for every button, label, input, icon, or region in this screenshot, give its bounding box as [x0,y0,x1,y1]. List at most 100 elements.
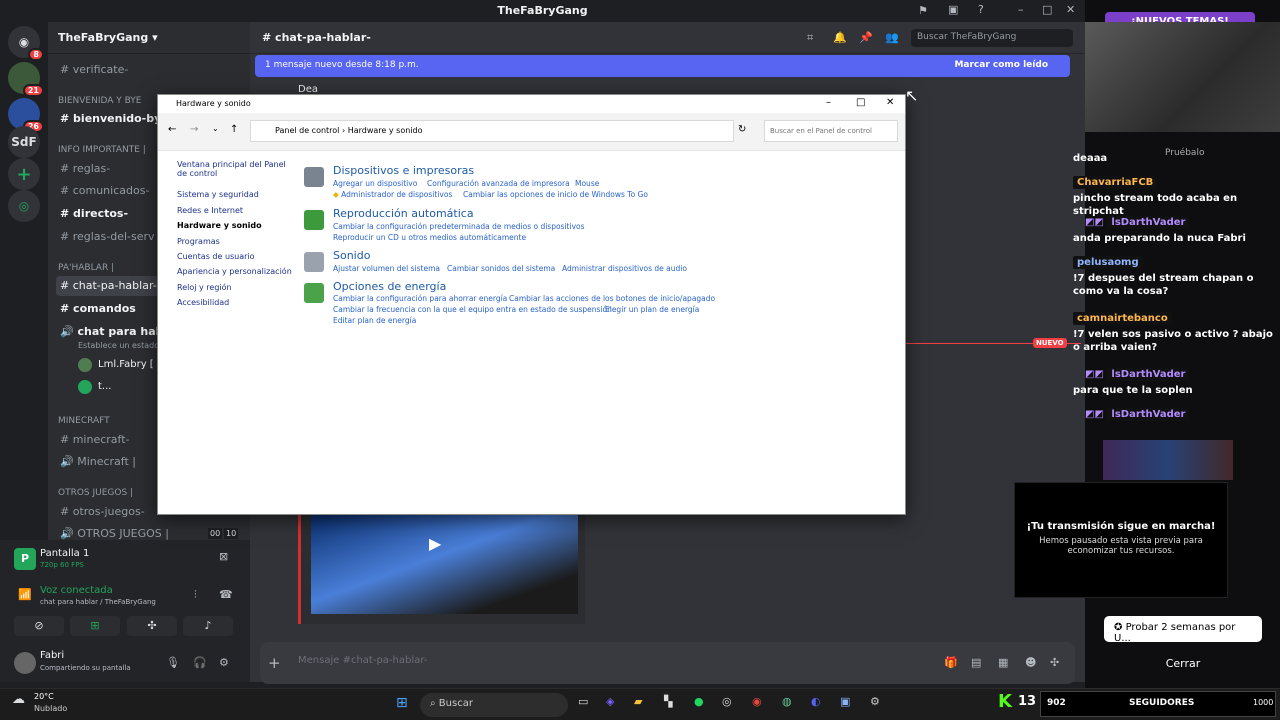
cp-nav-item[interactable]: Redes e Internet [177,206,243,215]
taskview-icon[interactable]: ▭ [578,695,588,708]
obs-icon[interactable]: ◎ [722,695,732,708]
threads-icon[interactable]: ⌗ [807,31,813,45]
soundboard-button[interactable]: ♪ [183,616,233,636]
cp-minimize-icon[interactable]: – [826,97,831,108]
activities-button[interactable]: ✣ [127,616,177,636]
recent-chevron-icon[interactable]: ⌄ [212,124,219,133]
group-autoplay-title[interactable]: Reproducción automática [333,207,474,220]
help-icon[interactable]: ? [978,3,984,16]
try-nitro-button[interactable]: ✪ Probar 2 semanas por U... [1104,616,1262,644]
settings-taskbar-icon[interactable]: ⚙ [870,695,880,708]
link[interactable]: Editar plan de energía [333,316,416,325]
cp-search-input[interactable]: Buscar en el Panel de control [764,120,898,142]
copilot-icon[interactable]: ◈ [606,695,614,708]
discord-taskbar-icon[interactable]: ◐ [811,695,821,708]
link[interactable]: Administrar dispositivos de audio [562,264,687,273]
screen-share-button[interactable]: ⊞ [70,616,120,636]
link[interactable]: Cambiar sonidos del sistema [447,264,555,273]
cp-nav-item[interactable]: Reloj y región [177,283,232,292]
minimize-icon[interactable]: – [1018,3,1024,16]
screen-icon[interactable]: ▣ [948,3,958,16]
voice-user-2[interactable]: t... [98,381,111,392]
gift-icon[interactable]: 🎁 [944,656,958,669]
link[interactable]: Agregar un dispositivo [333,179,417,188]
app-icon-2[interactable]: ◍ [782,695,792,708]
category-pahablar[interactable]: PA'HABLAR | [58,263,114,273]
link[interactable]: Elegir un plan de energía [605,305,699,314]
discord-home-icon[interactable]: ◉ 8 [8,26,44,61]
link[interactable]: Mouse [575,179,599,188]
avatar[interactable] [14,652,36,674]
link[interactable]: Configuración avanzada de impresora [427,179,570,188]
cp-nav-item[interactable]: Programas [177,237,220,246]
weather-icon[interactable]: ☁ [12,692,25,707]
video-embed[interactable]: ▶ [298,512,585,624]
cp-maximize-icon[interactable]: □ [856,97,865,108]
category-minecraft[interactable]: MINECRAFT [58,416,110,426]
mark-read-button[interactable]: Marcar como leído [954,60,1048,70]
cp-nav-item[interactable]: Accesibilidad [177,298,229,307]
link[interactable]: Reproducir un CD u otros medios automáti… [333,233,526,242]
up-arrow-icon[interactable]: ↑ [230,124,238,135]
headphones-icon[interactable]: 🎧 [193,656,207,669]
link[interactable]: Ajustar volumen del sistema [333,264,440,273]
breadcrumb[interactable]: Panel de control [275,126,339,135]
group-sound-title[interactable]: Sonido [333,249,370,262]
apps-icon[interactable]: ✣ [1050,656,1059,669]
cp-nav-item[interactable]: Sistema y seguridad [177,190,259,199]
chat-username[interactable]: ChavarriaFCB [1073,176,1273,189]
category-bienvenida[interactable]: Bienvenida Y Bye [58,96,142,106]
settings-gear-icon[interactable]: ⚙ [219,656,229,669]
voice-user-1[interactable]: Lml.Fabry [ [98,359,154,370]
emoji-icon[interactable]: ☻ [1025,656,1036,669]
cp-nav-home[interactable]: Ventana principal del Panel de control [177,160,287,178]
disconnect-icon[interactable]: ☎ [219,588,233,601]
close-icon[interactable]: ✕ [1066,3,1075,16]
back-arrow-icon[interactable]: ← [168,124,176,135]
spotify-icon[interactable]: ● [694,695,704,708]
members-icon[interactable]: 👥 [885,31,899,44]
noise-icon[interactable]: ⫶ [194,588,197,602]
cp-nav-item[interactable]: Apariencia y personalización [177,267,292,276]
camera-button[interactable]: ⊘ [14,616,64,636]
category-info[interactable]: INFO IMPORTANTE | [58,145,146,155]
add-server-icon[interactable]: + [8,158,40,190]
gif-icon[interactable]: ▤ [971,656,981,669]
chrome-icon[interactable]: ◉ [752,695,762,708]
channel-verificate[interactable]: # verificate- [56,60,246,80]
group-power-title[interactable]: Opciones de energía [333,280,446,293]
chat-username[interactable]: camnairtebanco [1073,312,1273,325]
windows-start-icon[interactable]: ⊞ [396,695,408,711]
link[interactable]: Cambiar la configuración para ahorrar en… [333,294,507,303]
sticker-icon[interactable]: ▦ [998,656,1008,669]
close-button[interactable]: Cerrar [1104,650,1262,676]
chat-username[interactable]: ◩◩ lsDarthVader [1085,216,1280,229]
stop-stream-icon[interactable]: ⊠ [219,550,228,563]
link[interactable]: Cambiar la configuración predeterminada … [333,222,585,231]
bell-icon[interactable]: 🔔 [833,31,847,44]
control-panel-taskbar-icon[interactable]: ▣ [840,695,850,708]
link[interactable]: Cambiar las opciones de inicio de Window… [463,190,648,199]
new-messages-bar[interactable]: 1 mensaje nuevo desde 8:18 p.m. Marcar c… [255,55,1070,77]
breadcrumb[interactable]: Hardware y sonido [348,126,423,135]
server-icon-sdf[interactable]: SdF [8,126,40,158]
refresh-icon[interactable]: ↻ [738,124,746,135]
add-attachment-icon[interactable]: + [268,654,281,672]
folder-icon[interactable]: ▰ [634,695,642,708]
maximize-icon[interactable]: □ [1042,3,1052,16]
chat-username[interactable]: ◩◩ lsDarthVader [1085,368,1280,381]
server-icon-1[interactable]: 21 [8,62,44,97]
forward-arrow-icon[interactable]: → [190,124,198,135]
play-icon[interactable]: ▶ [429,534,441,553]
link[interactable]: Cambiar la frecuencia con la que el equi… [333,305,612,314]
explore-icon[interactable]: ◎ [8,190,40,222]
server-header[interactable]: TheFaBryGang ▾ [48,22,250,54]
link[interactable]: ◆ Administrador de dispositivos [333,190,452,199]
group-devices-title[interactable]: Dispositivos e impresoras [333,164,474,177]
pin-icon[interactable]: 📌 [859,31,873,44]
address-bar[interactable]: Panel de control › Hardware y sonido [250,120,734,142]
taskbar-search[interactable]: ⌕ Buscar [420,693,568,717]
cp-nav-item-selected[interactable]: Hardware y sonido [177,221,262,230]
cp-nav-item[interactable]: Cuentas de usuario [177,252,255,261]
inbox-icon[interactable]: ⚑ [918,4,928,17]
